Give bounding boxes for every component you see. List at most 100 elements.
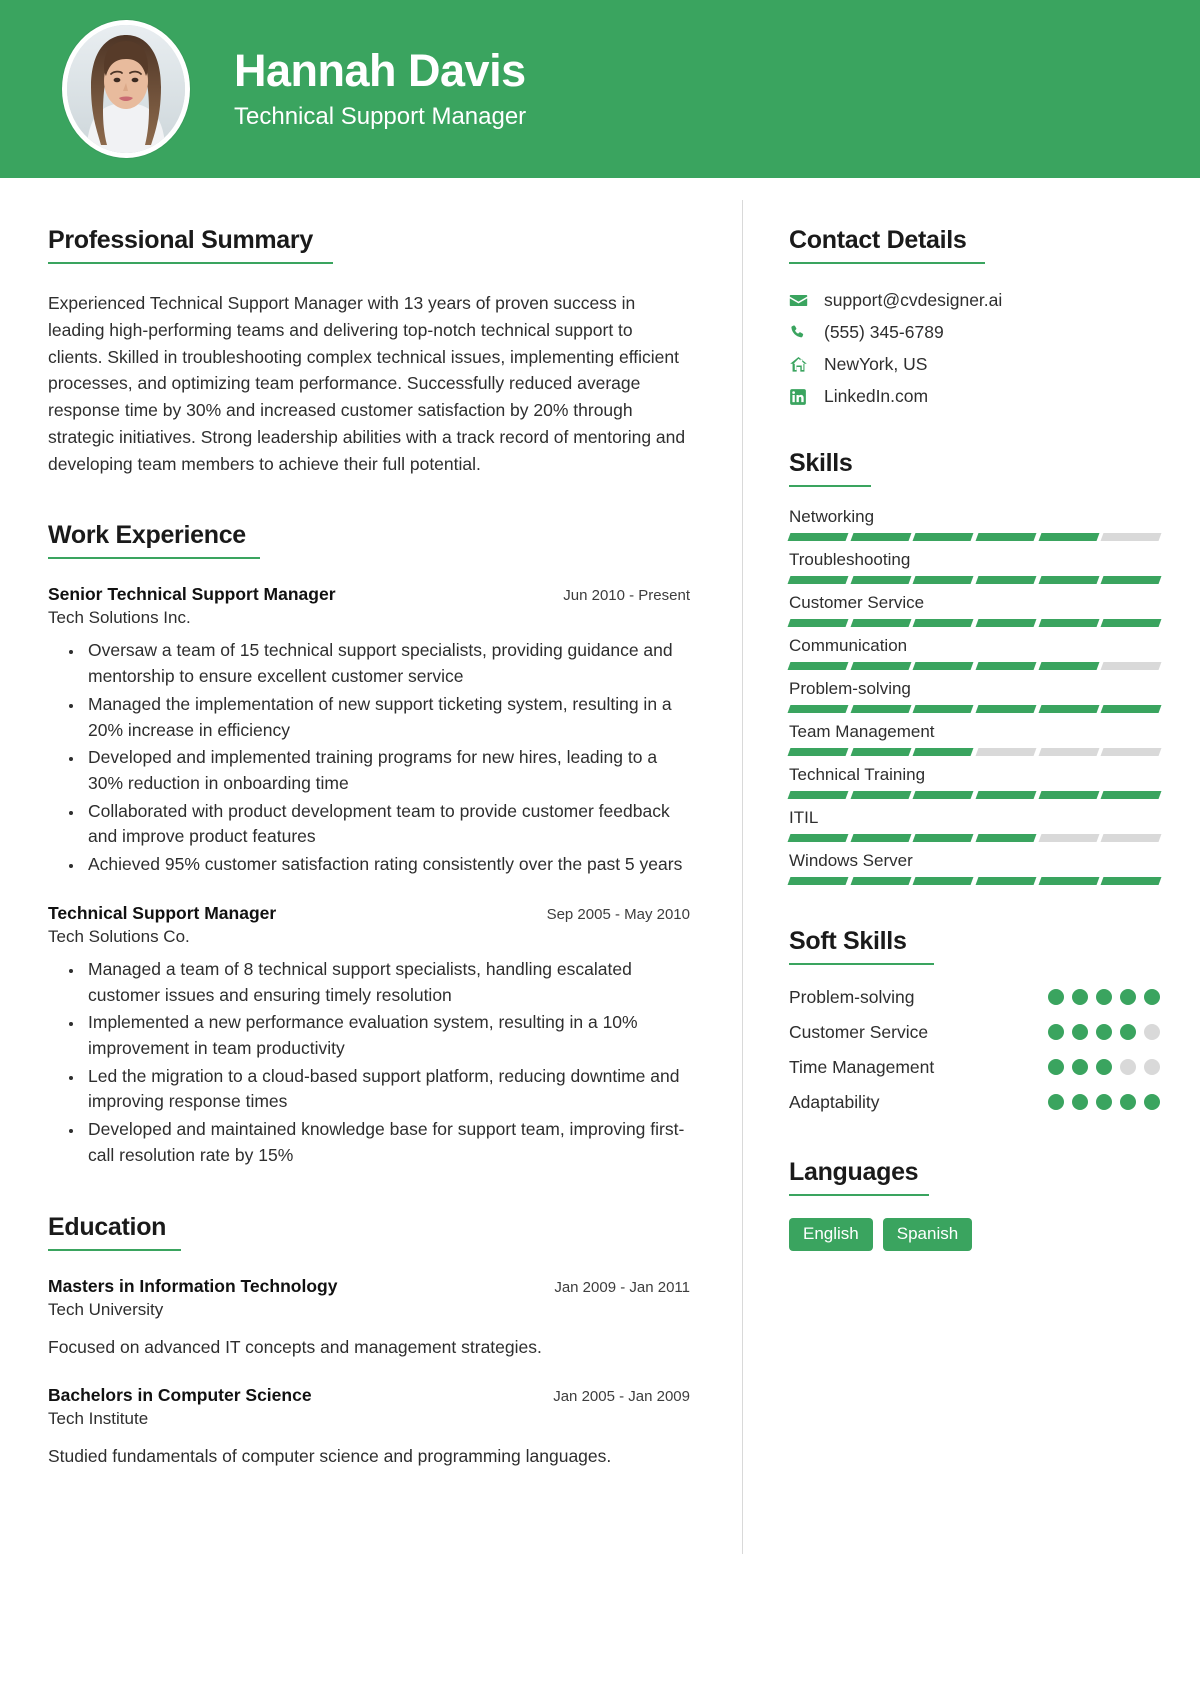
home-icon [789, 355, 815, 374]
rating-dot [1144, 1059, 1160, 1076]
rating-dot [1120, 1093, 1136, 1110]
skill-row: Networking [787, 507, 1162, 541]
skill-segment [1038, 576, 1099, 584]
skill-segment [850, 748, 911, 756]
list-item: Implemented a new performance evaluation… [84, 1010, 690, 1061]
skill-segment [1038, 619, 1099, 627]
section-title-contact: Contact Details [789, 226, 967, 254]
work-entry-title: Senior Technical Support Manager [48, 584, 336, 605]
list-item: Led the migration to a cloud-based suppo… [84, 1064, 690, 1115]
soft-skill-row: Adaptability [789, 1090, 1160, 1115]
phone-icon [789, 324, 815, 341]
skill-segment [787, 705, 849, 713]
resume-body: Professional Summary Experienced Technic… [0, 178, 1200, 1684]
contact-item[interactable]: NewYork, US [789, 354, 1160, 375]
languages-list: English Spanish [789, 1218, 1160, 1251]
skill-segment [850, 877, 911, 885]
skill-segment [787, 576, 849, 584]
summary-text: Experienced Technical Support Manager wi… [48, 293, 686, 474]
profile-photo [67, 25, 185, 153]
skill-level-bar [787, 576, 1162, 584]
language-badge: Spanish [882, 1218, 973, 1251]
soft-skill-row: Customer Service [789, 1020, 1160, 1045]
work-entry-organization: Tech Solutions Inc. [48, 608, 191, 628]
skill-row: Windows Server [787, 851, 1162, 885]
skill-segment [912, 748, 974, 756]
list-item: Oversaw a team of 15 technical support s… [84, 638, 690, 689]
header-text: Hannah Davis Technical Support Manager [234, 47, 526, 131]
skill-segment [975, 533, 1037, 541]
skill-segment [1100, 705, 1162, 713]
section-title-education: Education [48, 1212, 167, 1241]
candidate-name: Hannah Davis [234, 44, 526, 96]
skill-level-bar [787, 748, 1162, 756]
education-entry-header: Masters in Information Technology Jan 200… [48, 1276, 690, 1297]
contact-item[interactable]: LinkedIn.com [789, 386, 1160, 407]
skill-segment [975, 877, 1037, 885]
contact-item[interactable]: support@cvdesigner.ai [789, 290, 1160, 311]
skill-segment [787, 748, 849, 756]
contact-item[interactable]: (555) 345-6789 [789, 322, 1160, 343]
section-soft-skills: Soft Skills Problem-solving Customer Serv… [789, 927, 1160, 1114]
skill-level-bar [787, 877, 1162, 885]
work-entry-organization: Tech Solutions Co. [48, 926, 190, 946]
skill-segment [1038, 834, 1099, 842]
rating-dot [1120, 989, 1136, 1006]
work-entry-bullets: Managed a team of 8 technical support sp… [48, 957, 690, 1169]
contact-value: NewYork, US [824, 354, 928, 374]
skill-segment [787, 662, 849, 670]
work-entry: Technical Support Manager Sep 2005 - May … [48, 903, 690, 1169]
section-rule [789, 963, 934, 965]
skill-segment [975, 662, 1037, 670]
skill-segment [850, 834, 911, 842]
skill-segment [1100, 834, 1162, 842]
soft-skill-label: Time Management [789, 1056, 935, 1077]
section-contact-details: Contact Details support@cvdesigner.ai (55… [789, 226, 1160, 407]
skill-segment [1038, 877, 1099, 885]
work-entry-date: Jun 2010 - Present [563, 587, 690, 605]
skill-segment [912, 877, 974, 885]
skill-segment [1100, 533, 1162, 541]
skill-segment [787, 834, 849, 842]
section-title-soft-skills: Soft Skills [789, 927, 907, 955]
soft-skill-label: Customer Service [789, 1021, 929, 1042]
list-item: Achieved 95% customer satisfaction ratin… [84, 852, 690, 878]
section-rule [789, 262, 985, 264]
skill-level-bar [787, 662, 1162, 670]
avatar [62, 20, 190, 158]
rating-dot [1096, 989, 1112, 1006]
resume-page: Hannah Davis Technical Support Manager P… [0, 0, 1200, 1684]
skill-segment [850, 662, 911, 670]
skill-label: Troubleshooting [789, 550, 911, 569]
skill-row: Customer Service [787, 593, 1162, 627]
soft-skill-rating [1048, 1024, 1160, 1041]
skill-label: Problem-solving [789, 679, 911, 698]
skill-segment [850, 619, 911, 627]
education-entry-description: Studied fundamentals of computer science… [48, 1445, 612, 1466]
skills-list: Networking Troubleshooting Customer Servic… [787, 507, 1162, 885]
section-rule [48, 262, 333, 264]
contact-list: support@cvdesigner.ai (555) 345-6789 NewYo… [789, 290, 1160, 407]
work-entry-date: Sep 2005 - May 2010 [546, 905, 690, 923]
list-item: Collaborated with product development te… [84, 799, 690, 850]
language-badge: English [789, 1218, 873, 1251]
section-rule [48, 557, 260, 560]
education-entry-list: Masters in Information Technology Jan 200… [48, 1276, 690, 1470]
skill-segment [1100, 877, 1162, 885]
rating-dot [1072, 1059, 1088, 1076]
rating-dot [1144, 989, 1160, 1006]
rating-dot [1096, 1059, 1112, 1076]
candidate-role: Technical Support Manager [234, 103, 527, 131]
contact-value: support@cvdesigner.ai [824, 290, 1003, 310]
contact-value: LinkedIn.com [824, 386, 929, 406]
rating-dot [1120, 1059, 1136, 1076]
education-entry-date: Jan 2005 - Jan 2009 [553, 1387, 690, 1405]
list-item: Developed and implemented training progr… [84, 745, 690, 796]
rating-dot [1072, 1024, 1088, 1041]
section-skills: Skills Networking Troubleshooting Customer… [787, 449, 1162, 885]
skill-segment [975, 748, 1037, 756]
skill-segment [975, 576, 1037, 584]
rating-dot [1072, 989, 1088, 1006]
education-entry-institution: Tech Institute [48, 1408, 149, 1428]
skill-segment [912, 662, 974, 670]
